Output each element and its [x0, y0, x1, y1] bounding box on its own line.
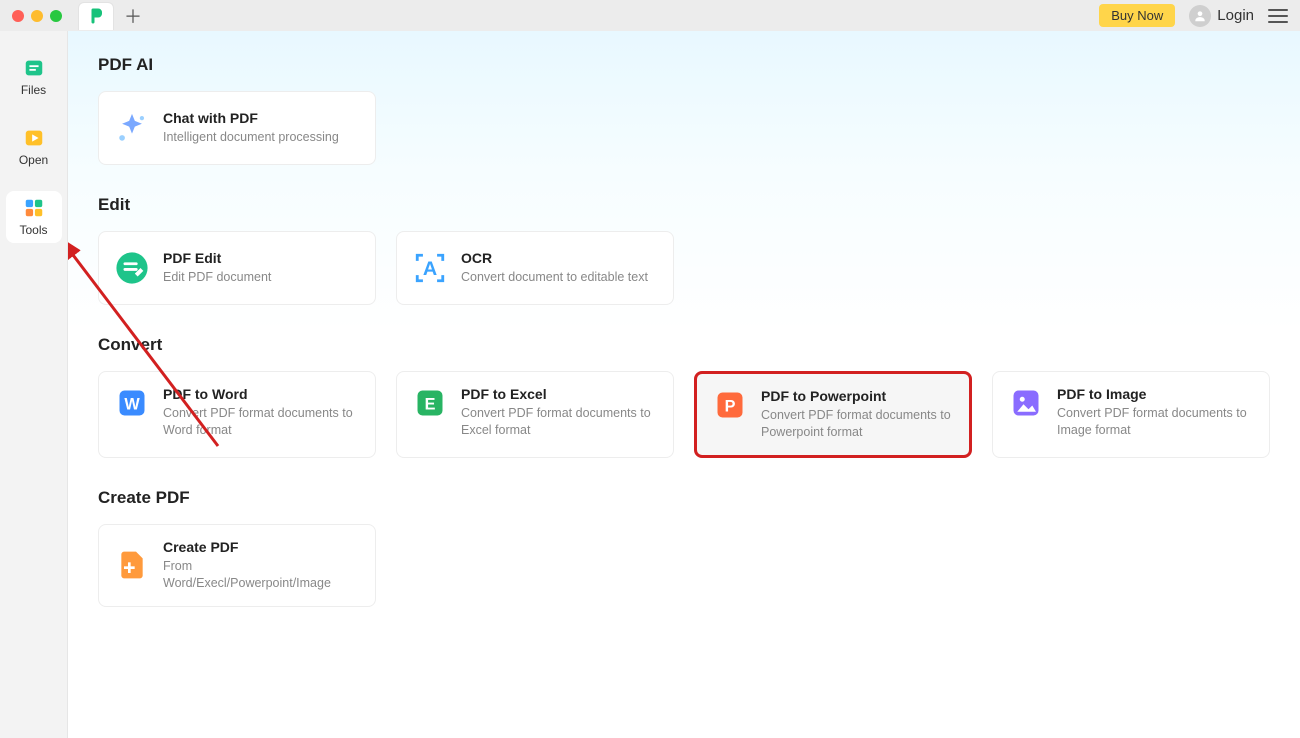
card-desc: Convert PDF format documents to Excel fo…	[461, 405, 657, 439]
card-desc: Convert document to editable text	[461, 269, 648, 286]
minimize-window-button[interactable]	[31, 10, 43, 22]
section-create-pdf: Create PDF Create PDF From Word/Execl/Po…	[98, 488, 1300, 607]
card-create-pdf[interactable]: Create PDF From Word/Execl/Powerpoint/Im…	[98, 524, 376, 607]
titlebar: ＋ Buy Now Login	[0, 0, 1300, 31]
sidebar-item-files[interactable]: Files	[6, 51, 62, 103]
section-title: PDF AI	[98, 55, 1300, 75]
card-desc: Convert PDF format documents to Powerpoi…	[761, 407, 953, 441]
card-pdf-to-image[interactable]: PDF to Image Convert PDF format document…	[992, 371, 1270, 458]
window-controls	[12, 10, 62, 22]
section-title: Create PDF	[98, 488, 1300, 508]
section-edit: Edit PDF Edit Edit PDF document A	[98, 195, 1300, 305]
sidebar-item-label: Open	[19, 153, 48, 167]
create-pdf-icon	[115, 548, 149, 582]
section-convert: Convert W PDF to Word Convert PDF format…	[98, 335, 1300, 458]
sidebar-item-tools[interactable]: Tools	[6, 191, 62, 243]
section-title: Convert	[98, 335, 1300, 355]
login-label: Login	[1217, 7, 1254, 24]
card-title: PDF to Word	[163, 386, 359, 402]
login-button[interactable]: Login	[1189, 5, 1254, 27]
new-tab-button[interactable]: ＋	[120, 3, 146, 29]
card-title: Chat with PDF	[163, 110, 339, 126]
card-title: Create PDF	[163, 539, 359, 555]
svg-text:E: E	[425, 395, 436, 413]
chat-pdf-icon	[115, 111, 149, 145]
card-desc: Convert PDF format documents to Image fo…	[1057, 405, 1253, 439]
open-icon	[23, 127, 45, 149]
card-desc: Convert PDF format documents to Word for…	[163, 405, 359, 439]
card-ocr[interactable]: A OCR Convert document to editable text	[396, 231, 674, 305]
ocr-icon: A	[413, 251, 447, 285]
pdf-edit-icon	[115, 251, 149, 285]
card-desc: Edit PDF document	[163, 269, 271, 286]
tab-strip: ＋	[78, 2, 146, 30]
titlebar-right: Buy Now Login	[1099, 0, 1288, 31]
menu-button[interactable]	[1268, 9, 1288, 23]
word-icon: W	[115, 386, 149, 420]
card-title: PDF to Image	[1057, 386, 1253, 402]
powerpoint-icon: P	[713, 388, 747, 422]
avatar-icon	[1189, 5, 1211, 27]
card-title: OCR	[461, 250, 648, 266]
card-title: PDF Edit	[163, 250, 271, 266]
app-logo-icon	[87, 7, 105, 25]
svg-text:P: P	[725, 397, 736, 415]
files-icon	[23, 57, 45, 79]
svg-text:W: W	[124, 395, 140, 413]
tools-icon	[23, 197, 45, 219]
maximize-window-button[interactable]	[50, 10, 62, 22]
card-pdf-to-excel[interactable]: E PDF to Excel Convert PDF format docume…	[396, 371, 674, 458]
buy-now-button[interactable]: Buy Now	[1099, 4, 1175, 27]
section-pdf-ai: PDF AI Chat with PDF Intelligent documen…	[98, 55, 1300, 165]
card-pdf-to-word[interactable]: W PDF to Word Convert PDF format documen…	[98, 371, 376, 458]
sidebar: Files Open Tools	[0, 31, 68, 738]
card-desc: Intelligent document processing	[163, 129, 339, 146]
sidebar-item-open[interactable]: Open	[6, 121, 62, 173]
card-pdf-to-powerpoint[interactable]: P PDF to Powerpoint Convert PDF format d…	[694, 371, 972, 458]
excel-icon: E	[413, 386, 447, 420]
image-icon	[1009, 386, 1043, 420]
card-title: PDF to Powerpoint	[761, 388, 953, 404]
sidebar-item-label: Tools	[19, 223, 47, 237]
card-pdf-edit[interactable]: PDF Edit Edit PDF document	[98, 231, 376, 305]
sidebar-item-label: Files	[21, 83, 46, 97]
card-chat-with-pdf[interactable]: Chat with PDF Intelligent document proce…	[98, 91, 376, 165]
section-title: Edit	[98, 195, 1300, 215]
app-home-tab[interactable]	[78, 2, 114, 30]
main-content: PDF AI Chat with PDF Intelligent documen…	[68, 31, 1300, 738]
svg-text:A: A	[423, 258, 437, 280]
card-title: PDF to Excel	[461, 386, 657, 402]
close-window-button[interactable]	[12, 10, 24, 22]
card-desc: From Word/Execl/Powerpoint/Image	[163, 558, 359, 592]
